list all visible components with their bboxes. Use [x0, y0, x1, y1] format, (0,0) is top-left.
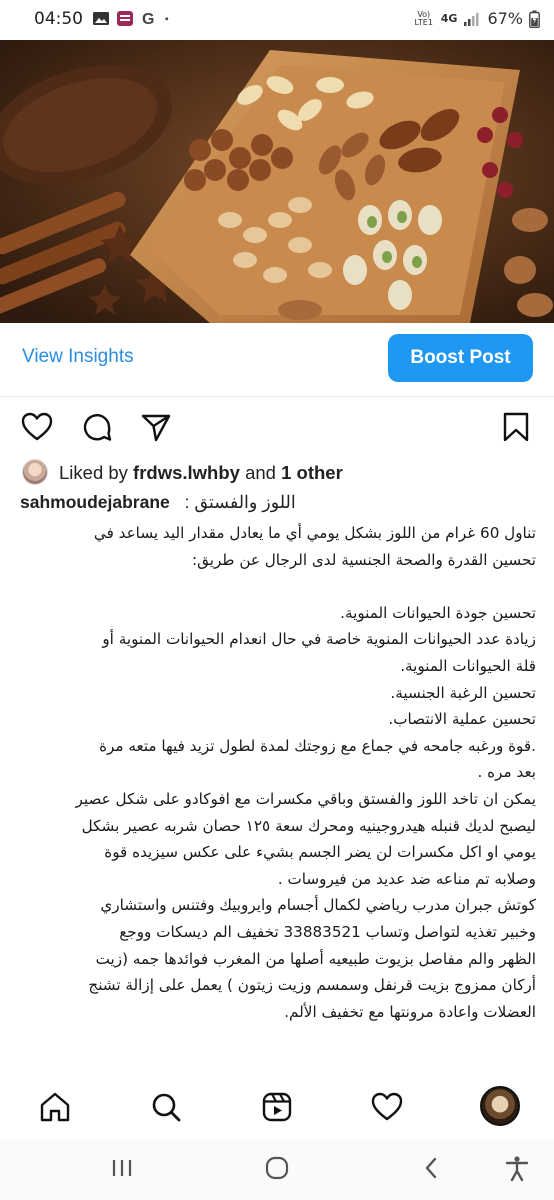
- caption-line: [18, 573, 536, 600]
- caption-username[interactable]: sahmoudejabrane: [20, 492, 170, 512]
- liked-by-other[interactable]: 1 other: [281, 462, 343, 483]
- caption-line: وصلابه تم مناعه ضد عديد من فيروسات .: [277, 869, 536, 888]
- image-icon: [93, 12, 109, 25]
- caption-header: sahmoudejabrane : اللوز والفستق: [20, 492, 296, 513]
- home-icon[interactable]: [38, 1090, 72, 1124]
- volte-indicator: Vo) LTE1: [414, 9, 433, 27]
- system-nav-bar: [0, 1140, 554, 1200]
- view-insights-link[interactable]: View Insights: [22, 346, 134, 368]
- caption-line: العضلات واعادة مرونتها مع تخفيف الألم.: [284, 1002, 536, 1021]
- status-bar: 04:50 G Vo) LTE1 4G 67%: [0, 0, 554, 40]
- back-icon[interactable]: [418, 1154, 446, 1182]
- heart-icon[interactable]: [20, 410, 54, 444]
- recents-icon[interactable]: [108, 1154, 136, 1182]
- caption-line: تناول 60 غرام من اللوز بشكل يومي أي ما ي…: [93, 524, 536, 542]
- caption-line: أركان ممزوج بزيت قرنفل وسمسم وزيت زيتون …: [88, 976, 536, 995]
- battery-percent: 67%: [487, 9, 523, 28]
- status-time: 04:50: [34, 9, 83, 29]
- liked-by-prefix: Liked by: [59, 462, 128, 483]
- liked-by-and: and: [245, 462, 276, 483]
- profile-avatar[interactable]: [480, 1086, 520, 1126]
- reels-icon[interactable]: [260, 1090, 294, 1124]
- boost-post-button[interactable]: Boost Post: [388, 334, 533, 382]
- bottom-nav: [0, 1078, 554, 1138]
- caption-body: تناول 60 غرام من اللوز بشكل يومي أي ما ي…: [18, 520, 537, 1025]
- status-right: Vo) LTE1 4G 67%: [413, 9, 540, 28]
- caption-line: ليصبح لديك قنبله هيدروجينيه ومحرك سعة ١٢…: [81, 816, 536, 835]
- app-icon: [117, 11, 133, 26]
- signal-icon: [464, 12, 479, 26]
- share-icon[interactable]: [139, 410, 173, 444]
- liked-by-user[interactable]: frdws.lwhby: [133, 462, 240, 483]
- caption-line: زيادة عدد الحيوانات المنوية خاصة في حال …: [102, 630, 536, 649]
- google-icon: G: [142, 11, 154, 27]
- caption-line: تحسين جودة الحيوانات المنوية.: [340, 603, 536, 622]
- caption-line: بعد مره .: [477, 763, 536, 782]
- home-circle-icon[interactable]: [263, 1154, 291, 1182]
- nuts-photo: [0, 40, 554, 323]
- post-image[interactable]: [0, 40, 554, 323]
- activity-heart-icon[interactable]: [370, 1090, 404, 1124]
- status-notification-icons: G: [92, 10, 174, 27]
- caption-line: تحسين القدرة والصحة الجنسية لدى الرجال ع…: [192, 550, 536, 569]
- caption-line: .قوة ورغبه جامحه في جماع مع زوجتك لمدة ل…: [99, 736, 536, 755]
- network-type: 4G: [440, 12, 458, 25]
- caption-line: تحسين عملية الانتصاب.: [388, 710, 536, 729]
- divider: [0, 396, 554, 397]
- caption-line: قلة الحيوانات المنوية.: [400, 656, 536, 675]
- liker-avatar[interactable]: [22, 459, 48, 485]
- caption-line: الظهر والم مفاصل بزيوت طبيعيه أصلها من ا…: [95, 949, 536, 968]
- caption-line: كوتش جبران مدرب رياضي لكمال أجسام وايروب…: [100, 896, 536, 915]
- caption-line: وخبير تغذيه لتواصل وتساب 33883521 تخفيف …: [119, 922, 536, 941]
- search-icon[interactable]: [149, 1090, 183, 1124]
- bookmark-icon[interactable]: [499, 410, 533, 444]
- caption-line: يومي او اكل مكسرات لن يضر الجسم بشيء على…: [104, 843, 536, 862]
- caption-title: : اللوز والفستق: [184, 492, 296, 512]
- liked-by-line[interactable]: Liked by frdws.lwhby and 1 other: [59, 462, 343, 484]
- comment-icon[interactable]: [80, 410, 114, 444]
- accessibility-icon[interactable]: [503, 1154, 531, 1182]
- svg-text:G: G: [142, 11, 154, 27]
- dot-icon: [165, 17, 169, 21]
- battery-icon: [529, 10, 540, 28]
- caption-line: تحسين الرغبة الجنسية.: [390, 683, 536, 702]
- caption-line: يمكن ان تاخد اللوز والفستق وباقي مكسرات …: [75, 789, 537, 808]
